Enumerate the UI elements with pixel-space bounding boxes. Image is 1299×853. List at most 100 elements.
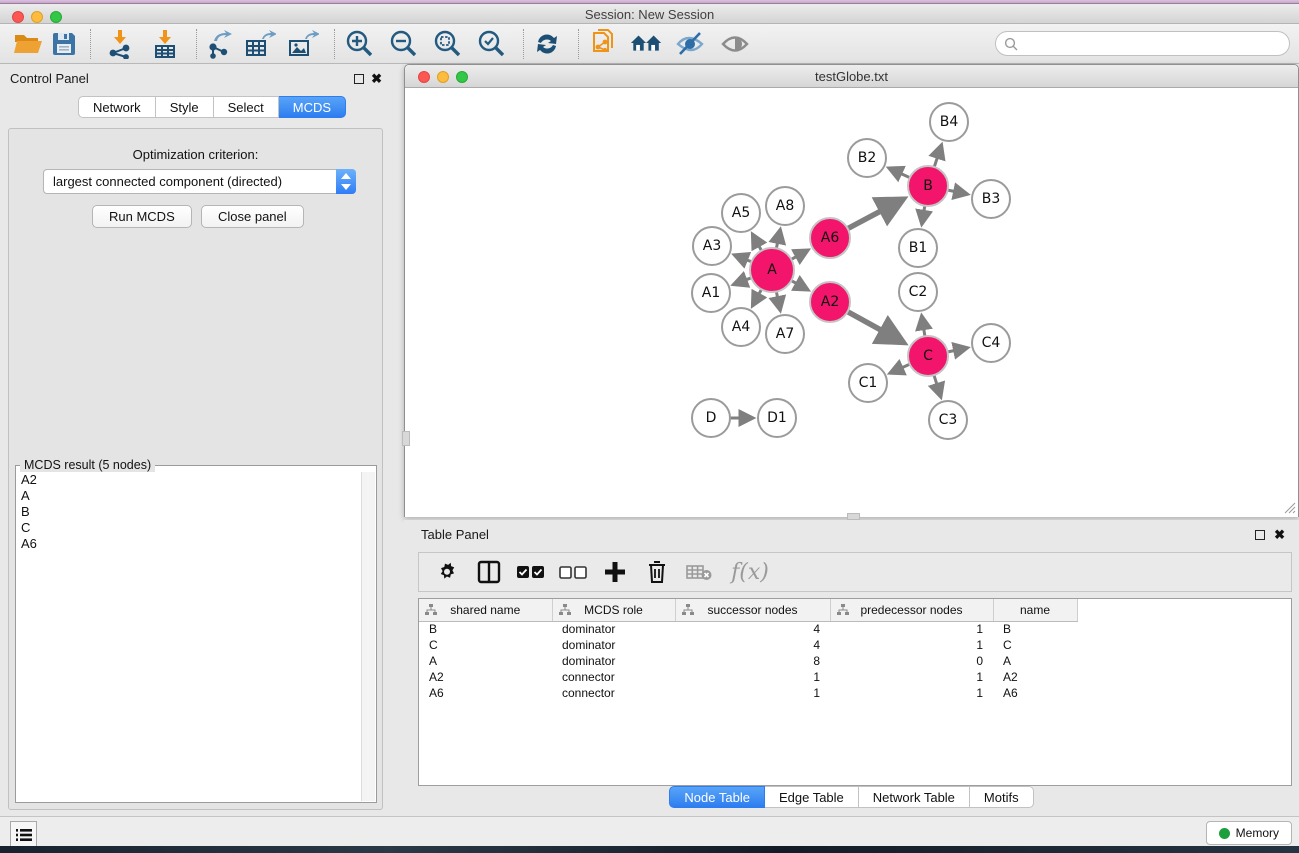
- graph-node-A1[interactable]: A1: [691, 273, 731, 313]
- add-column-icon[interactable]: [601, 558, 629, 586]
- criterion-dropdown[interactable]: largest connected component (directed): [43, 169, 356, 194]
- tab-select[interactable]: Select: [214, 96, 279, 118]
- table-row[interactable]: Adominator80A: [419, 653, 1077, 669]
- task-history-button[interactable]: [10, 821, 37, 848]
- dropdown-stepper-icon: [336, 169, 356, 194]
- search-input[interactable]: [1018, 37, 1289, 51]
- column-header-successor-nodes[interactable]: successor nodes: [675, 599, 830, 621]
- import-network-icon[interactable]: [103, 28, 137, 60]
- tab-motifs[interactable]: Motifs: [970, 786, 1034, 808]
- import-table-icon[interactable]: [148, 28, 182, 60]
- zoom-fit-icon[interactable]: [431, 28, 465, 60]
- graph-node-A8[interactable]: A8: [765, 186, 805, 226]
- graph-node-A[interactable]: A: [749, 247, 795, 293]
- zoom-in-icon[interactable]: [343, 28, 377, 60]
- graph-node-C4[interactable]: C4: [971, 323, 1011, 363]
- zoom-selected-icon[interactable]: [475, 28, 509, 60]
- graph-node-C2[interactable]: C2: [898, 272, 938, 312]
- mcds-result-box: MCDS result (5 nodes) A2ABCA6: [15, 465, 377, 803]
- splitpane-grip-vertical[interactable]: [402, 431, 410, 446]
- deselect-all-icon[interactable]: [559, 558, 587, 586]
- tab-edge-table[interactable]: Edge Table: [765, 786, 859, 808]
- refresh-icon[interactable]: [530, 28, 564, 60]
- table-row[interactable]: A2connector11A2: [419, 669, 1077, 685]
- function-builder-icon[interactable]: f(x): [727, 558, 773, 586]
- table-panel: Table Panel ✖ f(x) shared nameMCDS roles…: [404, 520, 1299, 816]
- memory-button[interactable]: Memory: [1206, 821, 1292, 845]
- mcds-result-item[interactable]: A: [21, 488, 361, 504]
- mcds-tab-content: Optimization criterion: largest connecte…: [8, 128, 383, 810]
- window-resize-grip[interactable]: [1283, 501, 1296, 514]
- graph-node-B1[interactable]: B1: [898, 228, 938, 268]
- tab-network-table[interactable]: Network Table: [859, 786, 970, 808]
- graph-node-D[interactable]: D: [691, 398, 731, 438]
- splitpane-grip-horizontal[interactable]: [847, 513, 860, 520]
- graph-node-A3[interactable]: A3: [692, 226, 732, 266]
- control-panel: Control Panel ✖ NetworkStyleSelectMCDS O…: [0, 64, 390, 816]
- scrollbar[interactable]: [361, 472, 375, 801]
- table-row[interactable]: Cdominator41C: [419, 637, 1077, 653]
- hide-labels-icon[interactable]: [673, 28, 707, 60]
- graph-node-A6[interactable]: A6: [809, 217, 851, 259]
- zoom-out-icon[interactable]: [387, 28, 421, 60]
- graph-node-C1[interactable]: C1: [848, 363, 888, 403]
- graph-node-C3[interactable]: C3: [928, 400, 968, 440]
- close-panel-icon[interactable]: ✖: [1274, 527, 1285, 543]
- table-panel-title: Table Panel: [421, 527, 489, 542]
- show-graphics-icon[interactable]: [718, 28, 752, 60]
- save-icon[interactable]: [47, 28, 81, 60]
- export-image-icon[interactable]: [286, 28, 320, 60]
- close-panel-button[interactable]: Close panel: [201, 205, 304, 228]
- graph-node-A2[interactable]: A2: [809, 281, 851, 323]
- column-header-name[interactable]: name: [993, 599, 1077, 621]
- export-network-icon[interactable]: [202, 28, 236, 60]
- control-panel-title: Control Panel: [10, 71, 89, 86]
- graph-node-B4[interactable]: B4: [929, 102, 969, 142]
- column-header-MCDS-role[interactable]: MCDS role: [552, 599, 675, 621]
- column-header-shared-name[interactable]: shared name: [419, 599, 552, 621]
- close-panel-icon[interactable]: ✖: [371, 71, 382, 87]
- run-mcds-button[interactable]: Run MCDS: [92, 205, 192, 228]
- mcds-result-item[interactable]: C: [21, 520, 361, 536]
- graph-node-A7[interactable]: A7: [765, 314, 805, 354]
- desktop-edge: [0, 846, 1299, 853]
- control-panel-tabs: NetworkStyleSelectMCDS: [78, 96, 346, 118]
- main-titlebar: Session: New Session: [0, 4, 1299, 24]
- tab-style[interactable]: Style: [156, 96, 214, 118]
- toolbar-separator: [196, 29, 197, 59]
- mcds-result-item[interactable]: B: [21, 504, 361, 520]
- graph-node-A4[interactable]: A4: [721, 307, 761, 347]
- export-table-icon[interactable]: [243, 28, 277, 60]
- select-all-icon[interactable]: [517, 558, 545, 586]
- graph-node-B[interactable]: B: [907, 165, 949, 207]
- graph-node-D1[interactable]: D1: [757, 398, 797, 438]
- network-window-titlebar[interactable]: testGlobe.txt: [405, 65, 1298, 88]
- table-row[interactable]: A6connector11A6: [419, 685, 1077, 701]
- table-settings-icon[interactable]: [433, 558, 461, 586]
- column-layout-icon[interactable]: [475, 558, 503, 586]
- column-header-predecessor-nodes[interactable]: predecessor nodes: [830, 599, 993, 621]
- graph-node-C[interactable]: C: [907, 335, 949, 377]
- graph-node-B2[interactable]: B2: [847, 138, 887, 178]
- float-panel-icon[interactable]: [1255, 530, 1265, 540]
- mcds-result-item[interactable]: A6: [21, 536, 361, 552]
- delete-column-icon[interactable]: [643, 558, 671, 586]
- table-toolbar: f(x): [418, 552, 1292, 592]
- mcds-result-item[interactable]: A2: [21, 472, 361, 488]
- tab-node-table[interactable]: Node Table: [669, 786, 765, 808]
- mcds-result-title: MCDS result (5 nodes): [20, 458, 155, 472]
- table-row[interactable]: Bdominator41B: [419, 621, 1077, 637]
- open-folder-icon[interactable]: [11, 28, 45, 60]
- search-field[interactable]: [995, 31, 1290, 56]
- network-from-file-icon[interactable]: [588, 28, 622, 60]
- home-icon[interactable]: [630, 28, 664, 60]
- graph-node-A5[interactable]: A5: [721, 193, 761, 233]
- delete-table-icon[interactable]: [685, 558, 713, 586]
- network-canvas[interactable]: A A1 A2 A3 A4 A5 A6 A7 A8 B B1 B2 B3B4 C C1 C2 C3C4 D D1: [405, 88, 1298, 517]
- tab-network[interactable]: Network: [78, 96, 156, 118]
- toolbar-separator: [90, 29, 91, 59]
- graph-node-B3[interactable]: B3: [971, 179, 1011, 219]
- node-table: shared nameMCDS rolesuccessor nodesprede…: [418, 598, 1292, 786]
- float-panel-icon[interactable]: [354, 74, 364, 84]
- tab-mcds[interactable]: MCDS: [279, 96, 346, 118]
